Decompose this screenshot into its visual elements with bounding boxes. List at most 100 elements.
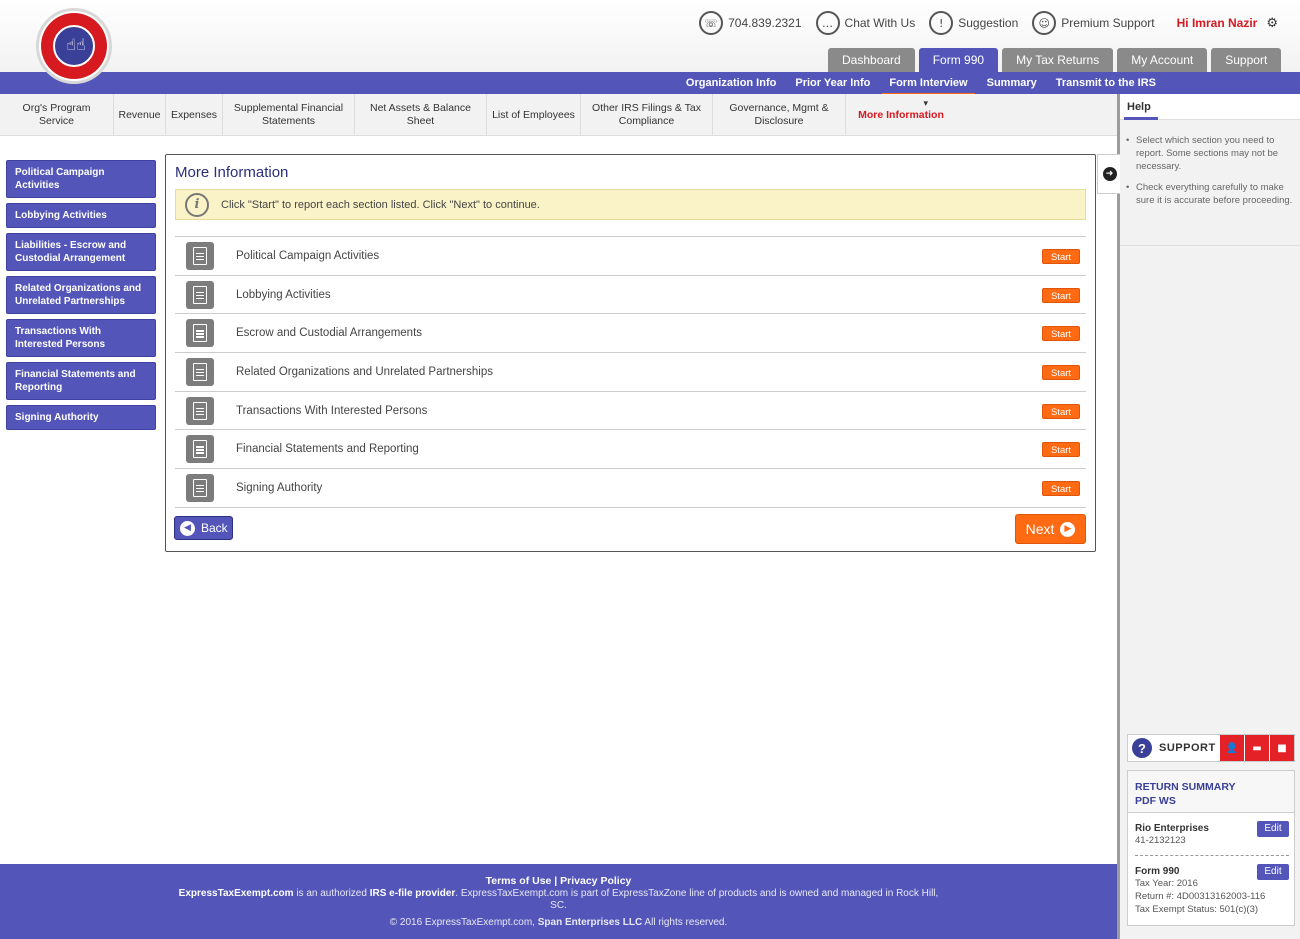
section-tab-net-assets[interactable]: Net Assets & Balance Sheet [355,94,487,136]
section-label: Lobbying Activities [236,288,331,301]
collapse-help-button[interactable]: ➜ [1097,154,1121,194]
section-label: Related Organizations and Unrelated Part… [236,365,493,378]
tax-exempt-status: Tax Exempt Status: 501(c)(3) [1135,904,1259,915]
help-tab-indicator [1124,117,1158,120]
section-tab-program-service[interactable]: Org's Program Service [0,94,114,136]
section-label: Signing Authority [236,481,323,494]
footer-irs-provider: IRS e-file provider [369,888,456,899]
form-summary: Form 990 Tax Year: 2016 Return #: 4D0031… [1135,864,1289,916]
phone-icon: ☏ [699,11,724,35]
tab-form-990[interactable]: Form 990 [918,48,999,72]
tab-dashboard[interactable]: Dashboard [828,48,915,72]
info-text: Click "Start" to report each section lis… [221,198,540,211]
main-tabs: Dashboard Form 990 My Tax Returns My Acc… [828,48,1282,72]
sidebar-item-signing-authority[interactable]: Signing Authority [6,405,156,430]
return-summary: RETURN SUMMARY PDF WS Rio Enterprises 41… [1127,770,1295,926]
section-tab-revenue[interactable]: Revenue [114,94,166,136]
sub-navigation: Organization Info Prior Year Info Form I… [0,72,1300,96]
footer-text: . ExpressTaxExempt.com is part of Expres… [455,888,939,911]
start-financial-statements-button[interactable]: Start [1042,442,1080,458]
subtab-prior-year-info[interactable]: Prior Year Info [795,72,870,94]
phone-link[interactable]: ☏ 704.839.2321 [699,11,802,35]
return-summary-downloads[interactable]: PDF WS [1135,794,1287,808]
subtab-transmit-to-irs[interactable]: Transmit to the IRS [1056,72,1156,94]
back-label: Back [201,521,228,535]
sidebar-item-political-campaign[interactable]: Political Campaign Activities [6,160,156,198]
list-item: Signing Authority Start [175,469,1086,508]
edit-form-button[interactable]: Edit [1257,864,1289,880]
suggestion-link[interactable]: ! Suggestion [929,11,1018,35]
suggestion-label: Suggestion [958,16,1019,30]
user-menu[interactable]: Hi Imran Nazir ⚙ [1169,16,1278,31]
terms-link[interactable]: Terms of Use [486,875,552,887]
back-button[interactable]: ◀ Back [174,516,233,540]
document-icon [186,319,214,348]
help-tab[interactable]: Help [1120,94,1300,120]
section-tab-supplemental-financial[interactable]: Supplemental Financial Statements [223,94,355,136]
footer-site-name: ExpressTaxExempt.com [178,888,294,899]
start-signing-authority-button[interactable]: Start [1042,481,1080,497]
copyright-text: © 2016 ExpressTaxExempt.com, [389,917,538,928]
section-tab-expenses[interactable]: Expenses [166,94,223,136]
list-item: Political Campaign Activities Start [175,237,1086,276]
return-summary-header: RETURN SUMMARY PDF WS [1128,771,1294,813]
copyright-text: All rights reserved. [642,917,728,928]
list-item: Financial Statements and Reporting Start [175,430,1086,470]
premium-support-icon: ☺ [1032,11,1057,35]
section-list: Political Campaign Activities Start Lobb… [175,236,1086,508]
return-number: Return #: 4D00313162003-116 [1135,891,1266,902]
user-greeting: Hi Imran Nazir [1176,16,1258,30]
privacy-link[interactable]: Privacy Policy [560,875,631,887]
start-escrow-button[interactable]: Start [1042,326,1080,342]
document-icon [186,280,214,309]
help-list: Select which section you need to report.… [1124,134,1298,215]
sidebar-item-financial-statements[interactable]: Financial Statements and Reporting [6,362,156,400]
sidebar-item-lobbying[interactable]: Lobbying Activities [6,203,156,228]
suggestion-icon: ! [929,11,954,35]
document-icon [186,473,214,502]
gear-icon[interactable]: ⚙ [1266,16,1278,31]
sidebar-item-related-organizations[interactable]: Related Organizations and Unrelated Part… [6,276,156,314]
sidebar-item-transactions[interactable]: Transactions With Interested Persons [6,319,156,357]
arrow-left-icon: ◀ [180,520,195,536]
start-related-organizations-button[interactable]: Start [1042,365,1080,381]
more-information-panel: More Information i Click "Start" to repo… [165,154,1096,552]
chat-bubble-icon[interactable]: ▬ [1244,735,1269,761]
section-label: Transactions With Interested Persons [236,404,428,417]
subtab-form-interview[interactable]: Form Interview [882,72,975,96]
section-tab-more-information[interactable]: More Information [846,94,956,136]
premium-support-label: Premium Support [1061,16,1155,30]
footer-company: Span Enterprises LLC [537,917,643,928]
section-tab-other-irs-filings[interactable]: Other IRS Filings & Tax Compliance [581,94,713,136]
express-tax-exempt-logo[interactable]: ☝☝ [36,8,112,84]
sidebar-item-liabilities-escrow[interactable]: Liabilities - Escrow and Custodial Arran… [6,233,156,271]
subtab-organization-info[interactable]: Organization Info [686,72,776,94]
start-lobbying-button[interactable]: Start [1042,287,1080,303]
video-camera-icon[interactable]: ■ [1269,735,1294,761]
section-tab-governance[interactable]: Governance, Mgmt & Disclosure [713,94,846,136]
premium-support-link[interactable]: ☺ Premium Support [1032,11,1155,35]
start-political-campaign-button[interactable]: Start [1042,249,1080,264]
phone-number: 704.839.2321 [728,16,802,30]
arrow-right-icon: ▶ [1060,521,1076,537]
page-title: More Information [175,164,289,181]
info-icon: i [185,192,209,217]
list-item: Transactions With Interested Persons Sta… [175,392,1086,431]
tab-my-account[interactable]: My Account [1117,48,1208,72]
edit-organization-button[interactable]: Edit [1257,821,1289,837]
user-icon[interactable]: 👤 [1219,735,1244,761]
subtab-summary[interactable]: Summary [987,72,1037,94]
section-label: Financial Statements and Reporting [236,443,419,456]
tab-my-tax-returns[interactable]: My Tax Returns [1002,48,1114,72]
left-sidebar: Political Campaign Activities Lobbying A… [6,160,156,435]
question-icon: ? [1132,738,1152,758]
section-tab-list-of-employees[interactable]: List of Employees [487,94,581,136]
next-button[interactable]: Next ▶ [1015,514,1086,544]
chat-link[interactable]: … Chat With Us [815,11,915,35]
document-icon [186,396,214,425]
help-title: Help [1127,101,1151,113]
start-transactions-button[interactable]: Start [1042,403,1080,419]
tab-support[interactable]: Support [1211,48,1282,72]
footer: Terms of Use | Privacy Policy ExpressTax… [0,864,1117,939]
footer-separator: | [551,875,561,887]
